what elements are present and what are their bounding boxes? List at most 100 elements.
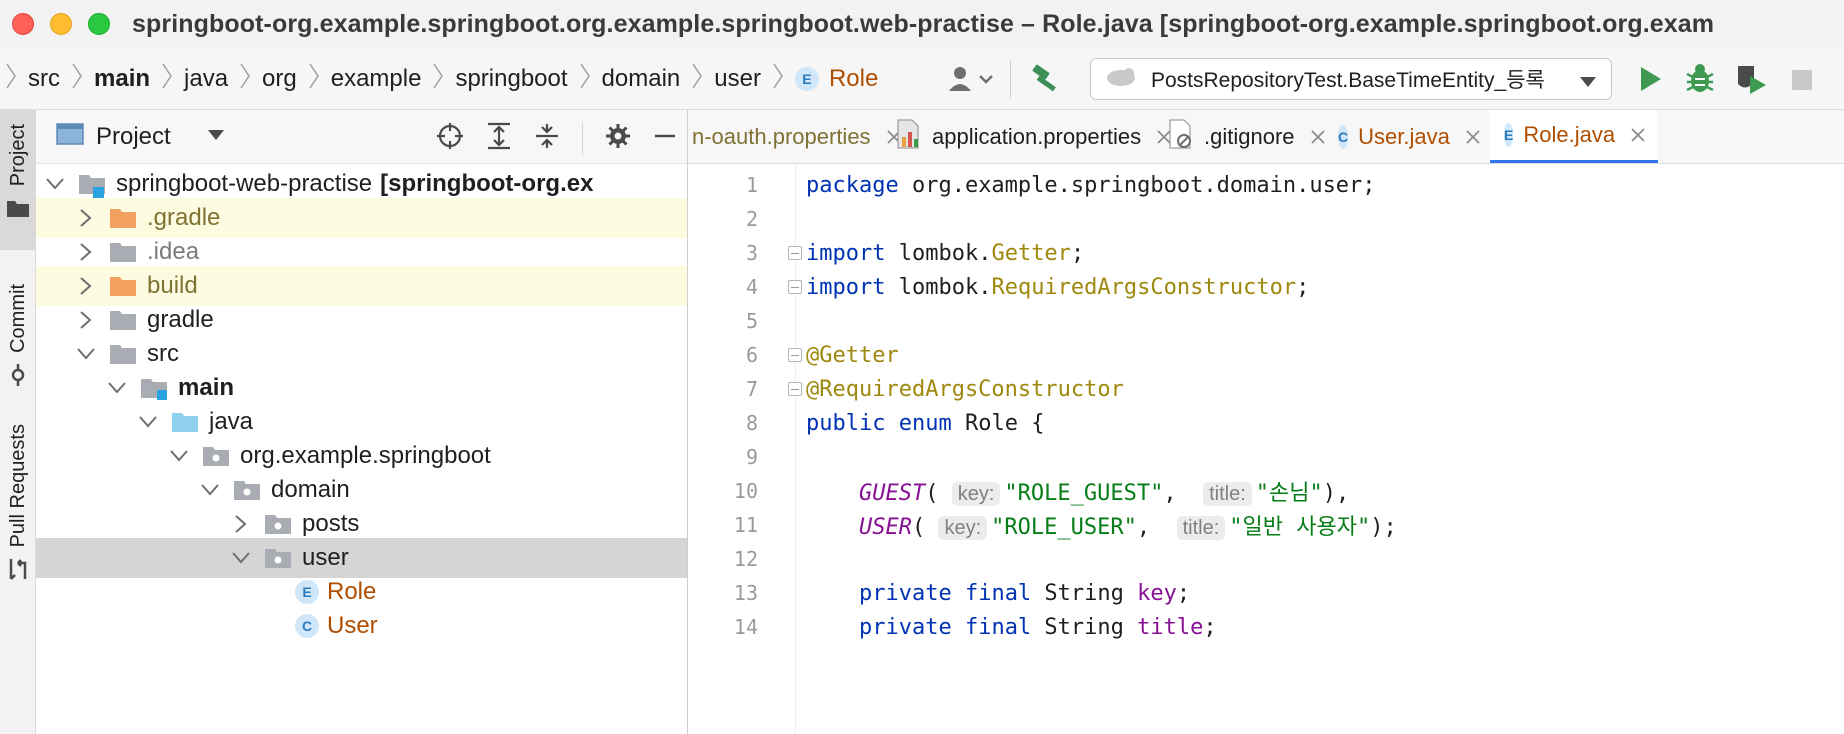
breadcrumb-item-domain[interactable]: domain bbox=[602, 65, 681, 93]
collapse-all-icon[interactable] bbox=[534, 122, 560, 155]
chevron-down-icon[interactable] bbox=[230, 552, 252, 564]
code-token: Getter bbox=[991, 240, 1071, 266]
close-window-button[interactable] bbox=[12, 13, 34, 35]
code-token: RequiredArgsConstructor bbox=[991, 274, 1297, 300]
debug-bug-icon[interactable] bbox=[1684, 62, 1716, 96]
code-token: ), bbox=[1322, 481, 1350, 506]
vcs-user-icon[interactable] bbox=[946, 64, 996, 94]
minimize-window-button[interactable] bbox=[50, 13, 72, 35]
breadcrumb-separator-icon bbox=[309, 63, 319, 95]
toolbar-divider bbox=[1010, 60, 1011, 98]
code-token: ; bbox=[1070, 240, 1085, 266]
fold-marker-icon[interactable] bbox=[788, 348, 802, 362]
commit-tool-label: Commit bbox=[6, 284, 29, 353]
fold-marker-icon[interactable] bbox=[788, 382, 802, 396]
tree-item-content: .gradle bbox=[75, 204, 220, 232]
chevron-right-icon[interactable] bbox=[75, 311, 97, 329]
tree-item-content: main bbox=[106, 374, 234, 402]
tree-item-content: posts bbox=[230, 510, 359, 538]
code-editor[interactable]: 1 package org.example.springboot.domain.u… bbox=[688, 164, 1844, 734]
tree-item-suffix: [springboot-org.ex bbox=[380, 170, 594, 197]
close-tab-icon[interactable] bbox=[1310, 124, 1325, 150]
enum-icon: E bbox=[295, 580, 319, 604]
project-panel-title: Project bbox=[96, 122, 171, 150]
tree-item-content: src bbox=[75, 340, 179, 368]
chevron-down-icon[interactable] bbox=[44, 178, 66, 190]
breadcrumb-item-java[interactable]: java bbox=[184, 65, 228, 93]
chevron-right-icon[interactable] bbox=[75, 209, 97, 227]
run-icon[interactable] bbox=[1636, 64, 1664, 94]
code-token: @RequiredArgsConstructor bbox=[806, 376, 1124, 402]
tool-window-strip: Project Commit Pull Requests bbox=[0, 110, 36, 734]
chevron-down-icon[interactable] bbox=[106, 382, 128, 394]
tab-gitignore[interactable]: .gitignore bbox=[1162, 110, 1325, 163]
chevron-right-icon[interactable] bbox=[75, 277, 97, 295]
code-token: ( bbox=[925, 481, 952, 506]
view-mode-dropdown-icon[interactable] bbox=[207, 128, 225, 146]
breadcrumb-separator-icon bbox=[433, 63, 444, 95]
chevron-down-icon[interactable] bbox=[137, 416, 159, 428]
tab-application-properties[interactable]: application.properties bbox=[890, 110, 1171, 163]
navigation-bar: src main java org example springboot domain use… bbox=[0, 48, 1844, 110]
code-text: public enum Role { bbox=[806, 411, 1044, 436]
tree-item-label: build bbox=[147, 272, 198, 299]
toolbar-divider bbox=[582, 122, 583, 155]
breadcrumb-item-springboot[interactable]: springboot bbox=[455, 65, 567, 93]
title-bar: springboot-org.example.springboot.org.ex… bbox=[0, 0, 1844, 48]
project-tool-tab[interactable]: Project bbox=[0, 110, 36, 250]
tree-item-label: src bbox=[147, 340, 179, 367]
breadcrumb-item-main[interactable]: main bbox=[94, 65, 150, 93]
code-token: , bbox=[1136, 515, 1177, 540]
tree-item-label: java bbox=[209, 408, 254, 435]
expand-all-icon[interactable] bbox=[486, 122, 512, 155]
code-token: title bbox=[1137, 614, 1204, 640]
fold-marker-icon[interactable] bbox=[788, 280, 802, 294]
tab-n-oauth-properties[interactable]: n-oauth.properties bbox=[688, 110, 901, 163]
code-token: "ROLE_GUEST" bbox=[1004, 481, 1164, 506]
enum-icon: E bbox=[794, 66, 819, 91]
tree-item-label: user bbox=[302, 544, 349, 571]
code-token: GUEST bbox=[858, 481, 926, 506]
test-config-icon bbox=[1105, 65, 1137, 93]
commit-tool-tab[interactable]: Commit bbox=[0, 270, 36, 390]
tab-user-java[interactable]: C User.java bbox=[1324, 110, 1490, 163]
chevron-down-icon[interactable] bbox=[199, 484, 221, 496]
breadcrumb: src main java org example springboot domain use… bbox=[6, 63, 878, 95]
tree-item-label: .gradle bbox=[147, 204, 221, 231]
breadcrumb-item-src[interactable]: src bbox=[28, 65, 60, 93]
pull-request-icon bbox=[6, 557, 30, 586]
breadcrumb-item-user[interactable]: user bbox=[714, 65, 761, 93]
locate-file-icon[interactable] bbox=[436, 122, 464, 155]
close-tab-icon[interactable] bbox=[1631, 122, 1645, 148]
build-hammer-icon[interactable] bbox=[1030, 62, 1064, 96]
breadcrumb-item-org[interactable]: org bbox=[262, 65, 297, 93]
run-configuration-select[interactable]: PostsRepositoryTest.BaseTimeEntity_등록 bbox=[1090, 58, 1612, 100]
stop-icon[interactable] bbox=[1790, 68, 1814, 92]
chevron-right-icon[interactable] bbox=[230, 515, 252, 533]
chevron-right-icon[interactable] bbox=[75, 243, 97, 261]
hide-panel-icon[interactable] bbox=[653, 124, 677, 153]
line-number: 1 bbox=[745, 173, 758, 197]
tab-role-java[interactable]: E Role.java bbox=[1490, 110, 1658, 163]
line-number: 6 bbox=[745, 343, 758, 367]
chevron-down-icon[interactable] bbox=[75, 348, 97, 360]
tree-item-content: java bbox=[137, 408, 253, 436]
breadcrumb-separator-icon bbox=[579, 63, 590, 95]
window-controls bbox=[12, 13, 110, 35]
breadcrumb-item-current[interactable]: E Role bbox=[794, 65, 878, 93]
package-icon bbox=[264, 513, 292, 535]
fold-marker-icon[interactable] bbox=[788, 246, 802, 260]
code-line[interactable]: 14 private final String title; bbox=[688, 607, 1844, 647]
maximize-window-button[interactable] bbox=[88, 13, 110, 35]
line-number: 11 bbox=[733, 513, 758, 537]
chevron-down-icon[interactable] bbox=[168, 450, 190, 462]
gear-icon[interactable] bbox=[605, 123, 631, 154]
project-view-icon bbox=[56, 122, 84, 151]
tree-item-user[interactable]: C User bbox=[36, 606, 687, 646]
parameter-hint: title: bbox=[1203, 482, 1252, 506]
run-with-coverage-icon[interactable] bbox=[1734, 62, 1770, 96]
pull-requests-tool-tab[interactable]: Pull Requests bbox=[0, 410, 36, 600]
breadcrumb-item-example[interactable]: example bbox=[331, 65, 422, 93]
close-tab-icon[interactable] bbox=[1466, 124, 1480, 150]
